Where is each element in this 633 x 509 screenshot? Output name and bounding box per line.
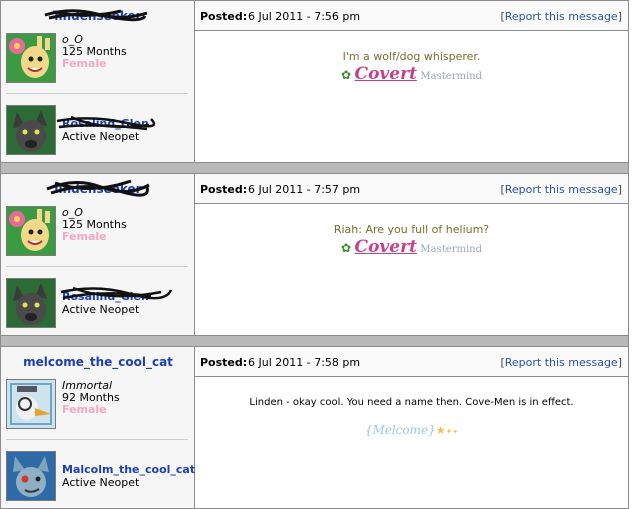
author-info: o_O 125 Months Female — [62, 34, 127, 70]
divider — [6, 266, 188, 267]
author-username[interactable]: lindenseeker — [1, 9, 195, 23]
author-info: o_O 125 Months Female — [62, 207, 127, 243]
flower-icon: ✿ — [340, 241, 352, 255]
post-header: Posted: 6 Jul 2011 - 7:58 pm [Report thi… — [195, 347, 628, 377]
author-username[interactable]: lindenseeker — [1, 182, 195, 196]
user-avatar[interactable] — [6, 379, 56, 429]
bracket-close: ] — [617, 356, 622, 369]
pet-image — [7, 452, 55, 500]
posted-date: 6 Jul 2011 - 7:58 pm — [248, 356, 361, 369]
signature: ✿ Covert Mastermind — [195, 64, 628, 84]
report-label[interactable]: Report this message — [505, 183, 618, 196]
bracket-close: ] — [617, 10, 622, 23]
pet-name[interactable]: Rosalind_Glen — [62, 290, 149, 303]
pet-status: Active Neopet — [62, 303, 140, 316]
user-avatar[interactable] — [6, 206, 56, 256]
signature-name[interactable]: Covert — [355, 237, 417, 257]
user-gender: Female — [62, 57, 107, 70]
star-icon: ★ — [435, 424, 446, 437]
post-header: Posted: 6 Jul 2011 - 7:56 pm [Report thi… — [195, 1, 628, 31]
signature: ✿ Covert Mastermind — [195, 237, 628, 257]
author-panel: lindenseeker o_O 125 Months Female Rosal… — [1, 1, 195, 162]
pet-avatar[interactable] — [6, 105, 56, 155]
posted-date: 6 Jul 2011 - 7:57 pm — [248, 183, 361, 196]
posted-label: Posted: — [200, 10, 248, 23]
pet-image — [7, 279, 55, 327]
author-info: Immortal 92 Months Female — [62, 380, 120, 416]
user-gender: Female — [62, 403, 107, 416]
post-message: I'm a wolf/dog whisperer. — [342, 50, 481, 63]
report-label[interactable]: Report this message — [505, 10, 618, 23]
forum-post: lindenseeker o_O 125 Months Female Rosal… — [0, 173, 629, 336]
forum-post: lindenseeker o_O 125 Months Female Rosal… — [0, 0, 629, 163]
posted-label: Posted: — [200, 183, 248, 196]
pet-name[interactable]: Malcolm_the_cool_cat — [62, 463, 195, 476]
pet-avatar[interactable] — [6, 278, 56, 328]
posted-label: Posted: — [200, 356, 248, 369]
forum-post: melcome_the_cool_cat Immortal 92 Months … — [0, 346, 629, 509]
signature: {Melcome}★✦✦ — [195, 423, 628, 437]
signature-rank: Mastermind — [420, 244, 482, 255]
user-gender: Female — [62, 230, 107, 243]
post-content: Posted: 6 Jul 2011 - 7:58 pm [Report thi… — [195, 347, 628, 508]
author-panel: melcome_the_cool_cat Immortal 92 Months … — [1, 347, 195, 508]
divider — [6, 439, 188, 440]
flower-icon: ✿ — [340, 68, 352, 82]
post-content: Posted: 6 Jul 2011 - 7:56 pm [Report thi… — [195, 1, 628, 162]
avatar-image — [7, 380, 55, 428]
author-username[interactable]: melcome_the_cool_cat — [1, 355, 195, 369]
author-panel: lindenseeker o_O 125 Months Female Rosal… — [1, 174, 195, 335]
post-separator — [0, 336, 629, 346]
report-label[interactable]: Report this message — [505, 356, 618, 369]
user-avatar[interactable] — [6, 33, 56, 83]
pet-image — [7, 106, 55, 154]
avatar-image — [7, 34, 55, 82]
post-message: Riah: Are you full of helium? — [333, 223, 490, 236]
posted-date: 6 Jul 2011 - 7:56 pm — [248, 10, 361, 23]
report-message-link[interactable]: [Report this message] — [500, 10, 622, 23]
pet-name[interactable]: Rosalind_Glen — [62, 117, 149, 130]
signature-name[interactable]: {Melcome} — [365, 423, 436, 437]
pet-avatar[interactable] — [6, 451, 56, 501]
star-icon: ✦ — [452, 428, 459, 436]
report-message-link[interactable]: [Report this message] — [500, 356, 622, 369]
post-message: Linden - okay cool. You need a name then… — [249, 397, 574, 408]
report-message-link[interactable]: [Report this message] — [500, 183, 622, 196]
signature-name[interactable]: Covert — [355, 64, 417, 84]
pet-status: Active Neopet — [62, 476, 140, 489]
bracket-close: ] — [617, 183, 622, 196]
divider — [6, 93, 188, 94]
avatar-image — [7, 207, 55, 255]
post-header: Posted: 6 Jul 2011 - 7:57 pm [Report thi… — [195, 174, 628, 204]
pet-status: Active Neopet — [62, 130, 140, 143]
signature-rank: Mastermind — [420, 71, 482, 82]
post-content: Posted: 6 Jul 2011 - 7:57 pm [Report thi… — [195, 174, 628, 335]
post-separator — [0, 163, 629, 173]
